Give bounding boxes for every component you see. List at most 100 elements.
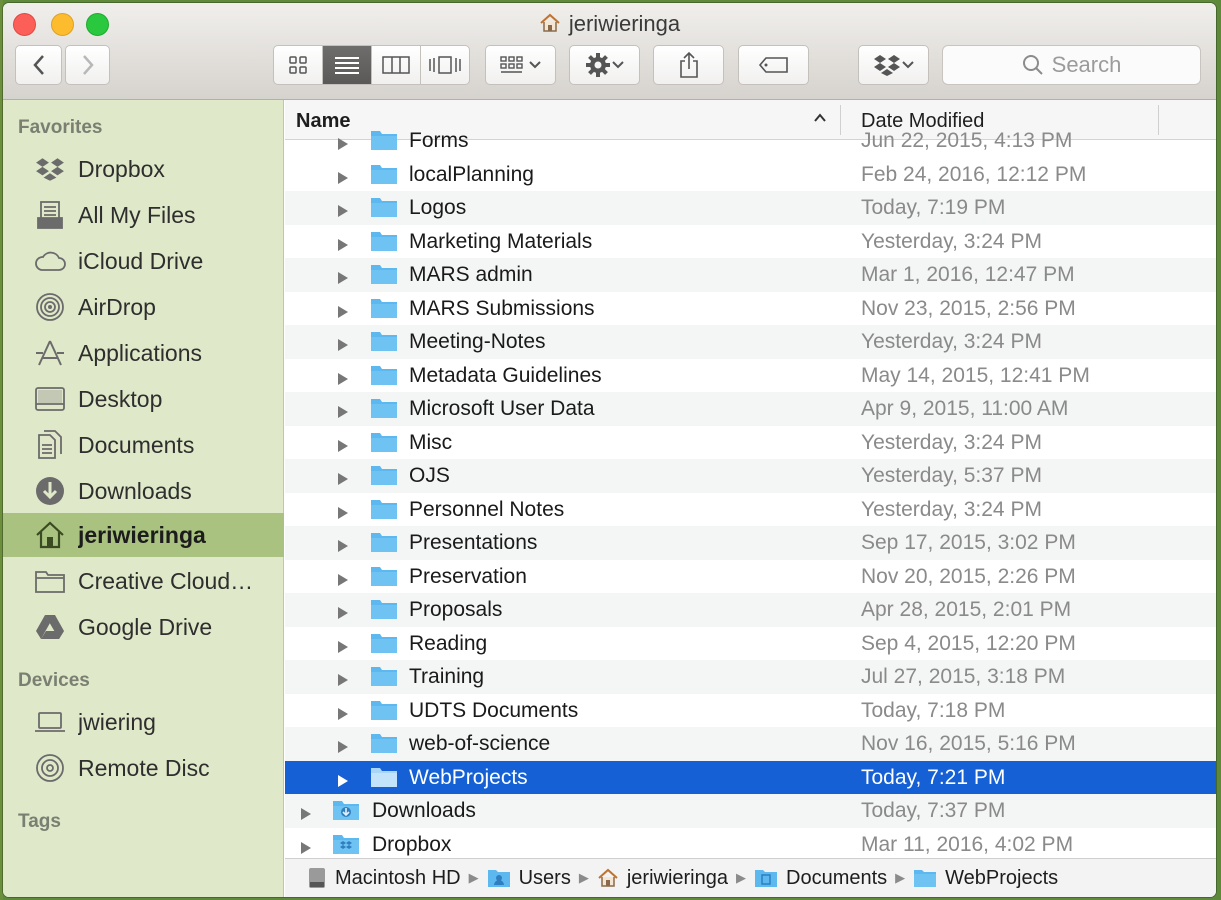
disclosure-triangle-icon[interactable] (337, 368, 349, 392)
sidebar-item-label: Documents (78, 431, 195, 458)
search-input[interactable]: Search (942, 45, 1201, 85)
disclosure-triangle-icon[interactable] (337, 502, 349, 526)
sidebar-item-jwiering[interactable]: jwiering (3, 700, 284, 744)
list-view-button[interactable] (323, 46, 372, 84)
disclosure-triangle-icon[interactable] (337, 669, 349, 693)
disclosure-triangle-icon[interactable] (300, 837, 312, 857)
back-button[interactable] (15, 45, 62, 85)
google-drive-icon (33, 611, 67, 643)
dropbox-icon (33, 153, 67, 185)
gear-icon (585, 53, 610, 77)
table-row[interactable]: MARS admin Mar 1, 2016, 12:47 PM (285, 258, 1216, 292)
table-row[interactable]: Proposals Apr 28, 2015, 2:01 PM (285, 593, 1216, 627)
disclosure-triangle-icon[interactable] (337, 334, 349, 358)
disclosure-triangle-icon[interactable] (337, 636, 349, 660)
chevron-down-icon (528, 61, 541, 69)
table-row[interactable]: Preservation Nov 20, 2015, 2:26 PM (285, 560, 1216, 594)
table-row[interactable]: Microsoft User Data Apr 9, 2015, 11:00 AM (285, 392, 1216, 426)
share-icon (679, 51, 698, 78)
table-row[interactable]: UDTS Documents Today, 7:18 PM (285, 694, 1216, 728)
sidebar-item-airdrop[interactable]: AirDrop (3, 285, 284, 329)
sidebar-item-google-drive[interactable]: Google Drive (3, 605, 284, 649)
sidebar-item-desktop[interactable]: Desktop (3, 377, 284, 421)
cover-flow-button[interactable] (421, 46, 469, 84)
devices-heading: Devices (18, 670, 90, 691)
table-row[interactable]: Forms Jun 22, 2015, 4:13 PM (285, 124, 1216, 158)
column-view-button[interactable] (372, 46, 421, 84)
file-date: Yesterday, 5:37 PM (861, 464, 1042, 487)
table-row[interactable]: Dropbox Mar 11, 2016, 4:02 PM (285, 828, 1216, 857)
sidebar-item-downloads[interactable]: Downloads (3, 469, 284, 513)
table-row[interactable]: Misc Yesterday, 3:24 PM (285, 426, 1216, 460)
sidebar-item-dropbox[interactable]: Dropbox (3, 147, 284, 191)
action-button[interactable] (569, 45, 640, 85)
table-row[interactable]: OJS Yesterday, 5:37 PM (285, 459, 1216, 493)
table-row[interactable]: web-of-science Nov 16, 2015, 5:16 PM (285, 727, 1216, 761)
path-crumb-jeriwieringa[interactable]: jeriwieringa (597, 867, 728, 890)
arrange-button[interactable] (485, 45, 556, 85)
file-date: Mar 1, 2016, 12:47 PM (861, 263, 1075, 286)
path-crumb-documents[interactable]: Documents (754, 867, 887, 890)
table-row[interactable]: Training Jul 27, 2015, 3:18 PM (285, 660, 1216, 694)
sidebar-item-all-my-files[interactable]: All My Files (3, 193, 284, 237)
table-row[interactable]: Logos Today, 7:19 PM (285, 191, 1216, 225)
disclosure-triangle-icon[interactable] (337, 234, 349, 258)
table-row[interactable]: Personnel Notes Yesterday, 3:24 PM (285, 493, 1216, 527)
edit-tags-button[interactable] (738, 45, 809, 85)
table-row[interactable]: Marketing Materials Yesterday, 3:24 PM (285, 225, 1216, 259)
icon-view-button[interactable] (274, 46, 323, 84)
titlebar: jeriwieringa Search (3, 3, 1216, 100)
path-crumb-macintosh-hd[interactable]: Macintosh HD (307, 867, 461, 890)
table-row[interactable]: Presentations Sep 17, 2015, 3:02 PM (285, 526, 1216, 560)
path-crumb-webprojects[interactable]: WebProjects (913, 867, 1058, 890)
window-title: jeriwieringa (3, 11, 1216, 40)
table-row[interactable]: Downloads Today, 7:37 PM (285, 794, 1216, 828)
file-date: Apr 9, 2015, 11:00 AM (861, 397, 1069, 420)
table-row[interactable]: Meeting-Notes Yesterday, 3:24 PM (285, 325, 1216, 359)
sidebar-item-label: All My Files (78, 201, 196, 228)
sidebar-item-label: Applications (78, 339, 203, 366)
sidebar-item-icloud-drive[interactable]: iCloud Drive (3, 239, 284, 283)
table-row[interactable]: WebProjects Today, 7:21 PM (285, 760, 1216, 794)
file-name: Preservation (409, 564, 527, 588)
disclosure-triangle-icon[interactable] (337, 435, 349, 459)
disclosure-triangle-icon[interactable] (337, 267, 349, 291)
sidebar-item-remote-disc[interactable]: Remote Disc (3, 746, 284, 790)
folder-icon (370, 565, 398, 593)
table-row[interactable]: MARS Submissions Nov 23, 2015, 2:56 PM (285, 292, 1216, 326)
disclosure-triangle-icon[interactable] (337, 401, 349, 425)
path-crumb-users[interactable]: Users (487, 867, 571, 890)
disclosure-triangle-icon[interactable] (337, 200, 349, 224)
folder-icon (370, 364, 398, 392)
folder-icon (370, 163, 398, 191)
disclosure-triangle-icon[interactable] (337, 770, 349, 794)
folder-icon (370, 397, 398, 425)
dropbox-toolbar-button[interactable] (858, 45, 929, 85)
disclosure-triangle-icon[interactable] (337, 569, 349, 593)
disclosure-triangle-icon[interactable] (300, 803, 312, 827)
disclosure-triangle-icon[interactable] (337, 535, 349, 559)
file-date: May 14, 2015, 12:41 PM (861, 363, 1090, 387)
file-date: Today, 7:21 PM (861, 765, 1006, 789)
sidebar-item-jeriwieringa[interactable]: jeriwieringa (3, 513, 284, 557)
share-button[interactable] (653, 45, 724, 85)
sidebar-item-documents[interactable]: Documents (3, 423, 284, 467)
disclosure-triangle-icon[interactable] (337, 703, 349, 727)
users-folder-icon (487, 868, 511, 888)
disclosure-triangle-icon[interactable] (337, 468, 349, 492)
sidebar-item-creative-cloud[interactable]: Creative Cloud… (3, 559, 284, 603)
table-row[interactable]: Reading Sep 4, 2015, 12:20 PM (285, 627, 1216, 661)
disclosure-triangle-icon[interactable] (337, 602, 349, 626)
table-row[interactable]: Metadata Guidelines May 14, 2015, 12:41 P… (285, 359, 1216, 393)
sidebar-item-applications[interactable]: Applications (3, 331, 284, 375)
disclosure-triangle-icon[interactable] (337, 301, 349, 325)
view-mode-control (273, 45, 470, 85)
forward-button[interactable] (65, 45, 110, 85)
file-name: Forms (409, 129, 469, 152)
file-name: WebProjects (409, 765, 528, 789)
disclosure-triangle-icon[interactable] (337, 167, 349, 191)
disclosure-triangle-icon[interactable] (337, 736, 349, 760)
table-row[interactable]: localPlanning Feb 24, 2016, 12:12 PM (285, 158, 1216, 192)
file-date: Today, 7:19 PM (861, 196, 1006, 219)
disclosure-triangle-icon[interactable] (337, 133, 349, 157)
